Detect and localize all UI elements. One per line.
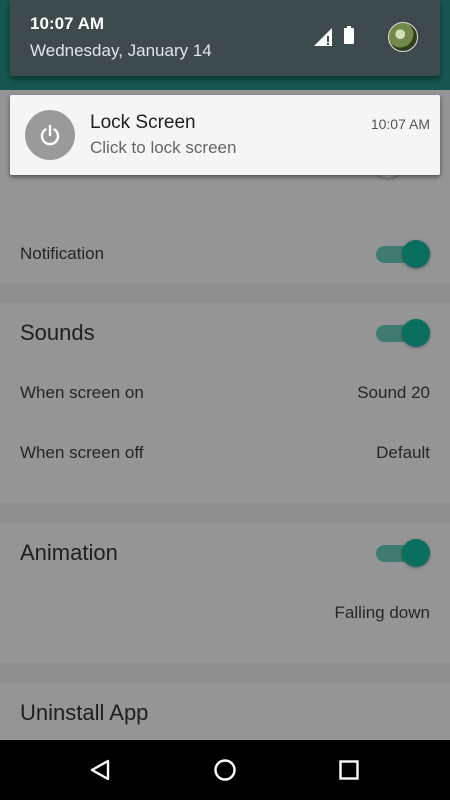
animation-type-value: Falling down [334,603,430,622]
uninstall-label: Uninstall App [20,700,149,725]
notification-row[interactable]: Notification [0,224,450,284]
clock: 10:07 AM [30,14,105,33]
sounds-toggle[interactable] [374,319,430,347]
notification-subtitle: Click to lock screen [90,138,237,157]
when-screen-off-value: Default [376,443,430,462]
battery-icon [344,26,354,44]
settings-card-sounds: Sounds When screen on Sound 20 When scre… [0,303,450,503]
notification-toggle[interactable] [374,240,430,268]
sounds-label: Sounds [20,320,95,345]
settings-list: Floating button Notification Sounds When… [0,90,450,740]
toggle-thumb [402,319,430,347]
toggle-thumb [402,539,430,567]
when-screen-on-row[interactable]: When screen on Sound 20 [0,363,450,423]
power-icon [25,110,75,160]
when-screen-off-row[interactable]: When screen off Default [0,423,450,483]
when-screen-off-label: When screen off [20,443,144,462]
notification-title: Lock Screen [90,112,196,133]
uninstall-row[interactable]: Uninstall App [0,683,450,743]
toggle-thumb [402,240,430,268]
animation-type-row[interactable]: Falling down [0,583,450,643]
recents-icon[interactable] [334,755,364,785]
animation-row[interactable]: Animation [0,523,450,583]
settings-card-animation: Animation Falling down [0,523,450,663]
animation-toggle[interactable] [374,539,430,567]
settings-card-uninstall: Uninstall App [0,683,450,740]
notification-shade-header: 10:07 AM Wednesday, January 14 [10,0,440,76]
when-screen-on-label: When screen on [20,383,144,402]
avatar[interactable] [388,22,418,52]
notification-time: 10:07 AM [370,116,430,132]
notification-label: Notification [20,244,105,263]
when-screen-on-value: Sound 20 [357,383,430,402]
lock-screen-notification[interactable]: Lock Screen Click to lock screen 10:07 A… [10,95,440,175]
animation-label: Animation [20,540,118,565]
status-icons [298,22,418,52]
signal-icon [314,28,332,46]
date: Wednesday, January 14 [30,41,212,60]
back-icon[interactable] [86,755,116,785]
home-icon[interactable] [210,755,240,785]
sounds-row[interactable]: Sounds [0,303,450,363]
navigation-bar [0,740,450,800]
